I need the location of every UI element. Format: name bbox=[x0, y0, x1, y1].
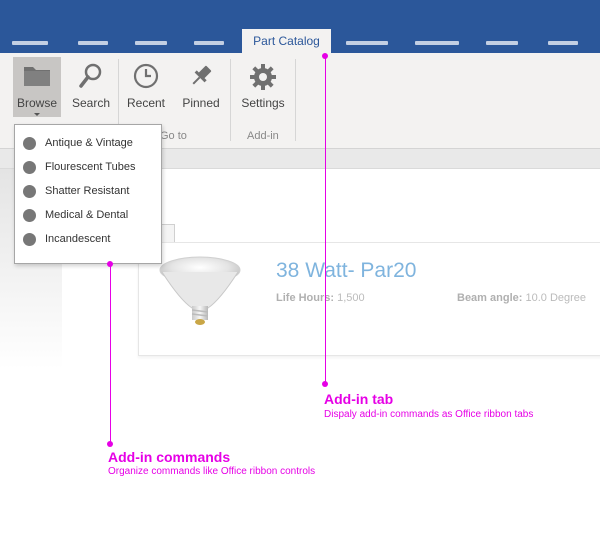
category-bullet-icon bbox=[23, 137, 36, 150]
category-bullet-icon bbox=[23, 209, 36, 222]
menu-item-label: Flourescent Tubes bbox=[45, 161, 136, 173]
category-bullet-icon bbox=[23, 233, 36, 246]
ribbon-tab-placeholder[interactable] bbox=[415, 41, 459, 45]
search-button[interactable]: Search bbox=[66, 57, 116, 117]
life-hours-spec: Life Hours: 1,500 bbox=[276, 292, 365, 304]
pinned-button[interactable]: Pinned bbox=[177, 57, 225, 117]
menu-item-shatter-resistant[interactable]: Shatter Resistant bbox=[15, 180, 161, 204]
menu-item-antique-vintage[interactable]: Antique & Vintage bbox=[15, 132, 161, 156]
divider bbox=[230, 59, 231, 141]
title-bar: Part Catalog bbox=[0, 0, 600, 53]
browse-button-label: Browse bbox=[16, 96, 57, 110]
beam-angle-spec: Beam angle: 10.0 Degree bbox=[457, 292, 586, 304]
browse-dropdown-menu: Antique & Vintage Flourescent Tubes Shat… bbox=[14, 124, 162, 264]
beam-angle-label: Beam angle: bbox=[457, 292, 523, 304]
search-icon bbox=[79, 63, 103, 92]
bulb-image bbox=[150, 250, 250, 340]
menu-item-label: Shatter Resistant bbox=[45, 185, 130, 197]
recent-button-label: Recent bbox=[126, 96, 166, 110]
menu-item-label: Incandescent bbox=[45, 233, 111, 245]
ribbon-tab-placeholder[interactable] bbox=[194, 41, 224, 45]
beam-angle-value: 10.0 Degree bbox=[525, 292, 587, 304]
pin-icon bbox=[188, 63, 214, 92]
divider bbox=[295, 59, 296, 141]
group-label-go-to: Go to bbox=[160, 130, 187, 142]
product-title: 38 Watt- Par20 bbox=[276, 259, 417, 282]
addin-commands-callout-description: Organize commands like Office ribbon con… bbox=[108, 466, 316, 477]
callout-leader-line bbox=[325, 56, 326, 384]
clock-icon bbox=[133, 63, 159, 92]
group-label-add-in: Add-in bbox=[247, 130, 279, 142]
search-button-label: Search bbox=[71, 96, 111, 110]
menu-item-medical-dental[interactable]: Medical & Dental bbox=[15, 204, 161, 228]
tab-part-catalog[interactable]: Part Catalog bbox=[242, 29, 331, 53]
category-bullet-icon bbox=[23, 161, 36, 174]
menu-item-label: Medical & Dental bbox=[45, 209, 129, 221]
category-bullet-icon bbox=[23, 185, 36, 198]
ribbon-tab-placeholder[interactable] bbox=[486, 41, 518, 45]
addin-tab-callout-description: Dispaly add-in commands as Office ribbon… bbox=[324, 409, 534, 420]
menu-item-flourescent-tubes[interactable]: Flourescent Tubes bbox=[15, 156, 161, 180]
gear-icon bbox=[249, 63, 277, 94]
life-hours-value: 1,500 bbox=[337, 292, 365, 304]
chevron-down-icon bbox=[34, 113, 40, 116]
callout-leader-line bbox=[110, 264, 111, 445]
ribbon-tab-placeholder[interactable] bbox=[135, 41, 167, 45]
ribbon-tab-placeholder[interactable] bbox=[78, 41, 108, 45]
browse-button[interactable]: Browse bbox=[13, 57, 61, 117]
ribbon-tab-placeholder[interactable] bbox=[346, 41, 388, 45]
menu-item-incandescent[interactable]: Incandescent bbox=[15, 228, 161, 252]
ribbon-tab-placeholder[interactable] bbox=[12, 41, 48, 45]
callout-anchor-dot bbox=[322, 381, 328, 387]
ribbon-tab-placeholder[interactable] bbox=[548, 41, 578, 45]
addin-commands-callout-title: Add-in commands bbox=[108, 449, 231, 465]
callout-anchor-dot bbox=[107, 441, 113, 447]
menu-item-label: Antique & Vintage bbox=[45, 137, 133, 149]
folder-icon bbox=[23, 63, 51, 90]
settings-button[interactable]: Settings bbox=[236, 57, 290, 117]
addin-tab-callout-title: Add-in tab bbox=[324, 391, 394, 407]
pinned-button-label: Pinned bbox=[182, 96, 220, 110]
recent-button[interactable]: Recent bbox=[122, 57, 170, 117]
settings-button-label: Settings bbox=[241, 96, 285, 110]
